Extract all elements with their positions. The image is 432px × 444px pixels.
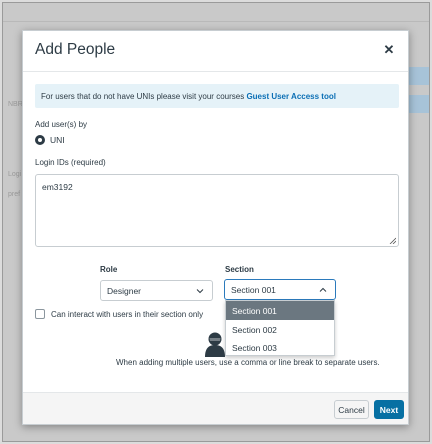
section-only-checkbox-row[interactable]: Can interact with users in their section…	[35, 309, 203, 319]
add-people-dialog: Add People ✕ For users that do not have …	[22, 30, 409, 425]
section-only-checkbox-label: Can interact with users in their section…	[51, 309, 204, 319]
section-option[interactable]: Section 003	[226, 338, 334, 357]
background-divider	[3, 21, 429, 22]
section-only-checkbox[interactable]	[35, 309, 45, 319]
login-ids-textarea[interactable]: em3192	[35, 174, 399, 247]
section-selected-value: Section 001	[231, 285, 276, 295]
info-banner: For users that do not have UNIs please v…	[35, 84, 399, 108]
dialog-title: Add People	[35, 41, 116, 58]
login-ids-value: em3192	[42, 182, 73, 192]
role-selected-value: Designer	[107, 286, 142, 296]
close-icon: ✕	[383, 42, 395, 57]
section-option[interactable]: Section 001	[226, 301, 334, 320]
section-label: Section	[225, 265, 254, 274]
background-text: Logi	[8, 171, 22, 178]
chevron-up-icon	[319, 287, 327, 292]
uni-radio-option[interactable]: UNI	[35, 135, 65, 145]
close-button[interactable]: ✕	[380, 41, 398, 59]
section-option[interactable]: Section 002	[226, 320, 334, 339]
uni-radio[interactable]	[35, 135, 45, 145]
background-text: pref	[8, 191, 21, 198]
dialog-footer: Cancel Next	[23, 392, 408, 424]
multiple-users-help-text: When adding multiple users, use a comma …	[116, 358, 380, 367]
add-by-label: Add user(s) by	[35, 120, 88, 129]
section-select[interactable]: Section 001	[224, 279, 336, 300]
user-silhouette-icon	[205, 332, 225, 357]
role-label: Role	[100, 265, 118, 274]
dialog-header: Add People ✕	[23, 31, 408, 72]
info-text: For users that do not have UNIs please v…	[41, 92, 247, 101]
guest-user-access-link[interactable]: Guest User Access tool	[246, 92, 336, 101]
resize-handle-icon[interactable]	[389, 237, 396, 244]
background-button	[408, 67, 429, 85]
cancel-button[interactable]: Cancel	[334, 400, 369, 419]
uni-radio-label: UNI	[50, 135, 65, 145]
login-ids-label: Login IDs (required)	[35, 158, 106, 167]
chevron-down-icon	[196, 289, 204, 294]
section-dropdown-list: Section 001 Section 002 Section 003	[225, 300, 335, 356]
role-select[interactable]: Designer	[100, 280, 213, 301]
background-button	[408, 95, 429, 113]
background-text: NBR	[8, 101, 23, 108]
next-button[interactable]: Next	[374, 400, 404, 419]
